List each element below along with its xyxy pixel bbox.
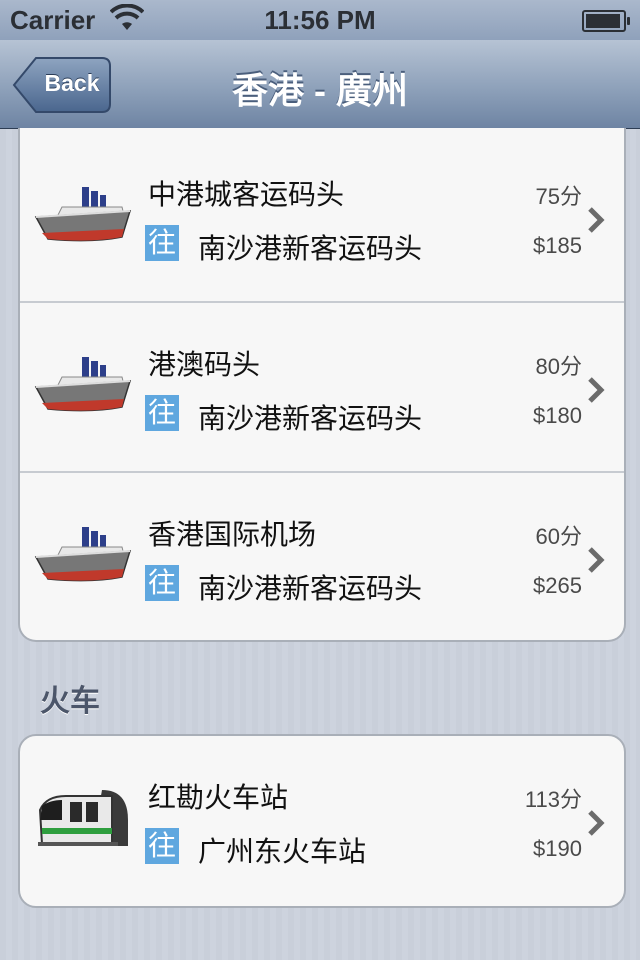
destination-label: 广州东火车站 <box>198 836 367 867</box>
duration-label: 60分 <box>535 524 582 549</box>
route-row[interactable]: 港澳码头 往 南沙港新客运码头 80分 $180 <box>20 303 624 473</box>
price-label: $190 <box>533 836 582 861</box>
chevron-right-icon <box>588 810 605 836</box>
origin-label: 中港城客运码头 <box>148 179 345 210</box>
to-marker: 往 <box>145 565 179 601</box>
origin-label: 港澳码头 <box>148 349 261 380</box>
origin-label: 香港国际机场 <box>148 519 317 550</box>
navigation-bar: Back 香港 - 廣州 <box>0 40 640 129</box>
train-icon <box>38 790 128 846</box>
status-bar: Carrier 11:56 PM <box>0 0 640 40</box>
chevron-right-icon <box>588 377 605 403</box>
back-button[interactable]: Back <box>12 56 112 114</box>
ferry-route-list: 中港城客运码头 往 南沙港新客运码头 75分 $185 港澳码头 往 南沙港新客… <box>18 128 626 642</box>
section-header-train: 火车 <box>40 685 100 718</box>
train-route-list: 红勘火车站 往 广州东火车站 113分 $190 <box>18 734 626 908</box>
duration-label: 80分 <box>535 354 582 379</box>
route-row[interactable]: 中港城客运码头 往 南沙港新客运码头 75分 $185 <box>20 133 624 303</box>
duration-label: 113分 <box>524 787 582 812</box>
chevron-right-icon <box>588 207 605 233</box>
to-marker: 往 <box>145 828 179 864</box>
ship-icon <box>34 357 132 412</box>
page-title: 香港 - 廣州 <box>232 70 408 111</box>
battery-icon <box>582 10 630 32</box>
route-row[interactable]: 香港国际机场 往 南沙港新客运码头 60分 $265 <box>20 473 624 640</box>
ship-icon <box>34 527 132 582</box>
to-marker: 往 <box>145 395 179 431</box>
ship-icon <box>34 187 132 242</box>
price-label: $180 <box>533 403 582 428</box>
duration-label: 75分 <box>535 184 582 209</box>
route-row[interactable]: 红勘火车站 往 广州东火车站 113分 $190 <box>20 736 624 904</box>
destination-label: 南沙港新客运码头 <box>198 233 423 264</box>
clock: 11:56 PM <box>264 5 376 35</box>
to-marker: 往 <box>145 225 179 261</box>
chevron-right-icon <box>588 547 605 573</box>
destination-label: 南沙港新客运码头 <box>198 573 423 604</box>
price-label: $185 <box>533 233 582 258</box>
price-label: $265 <box>533 573 582 598</box>
destination-label: 南沙港新客运码头 <box>198 403 423 434</box>
back-button-label: Back <box>44 70 100 96</box>
origin-label: 红勘火车站 <box>148 782 289 813</box>
